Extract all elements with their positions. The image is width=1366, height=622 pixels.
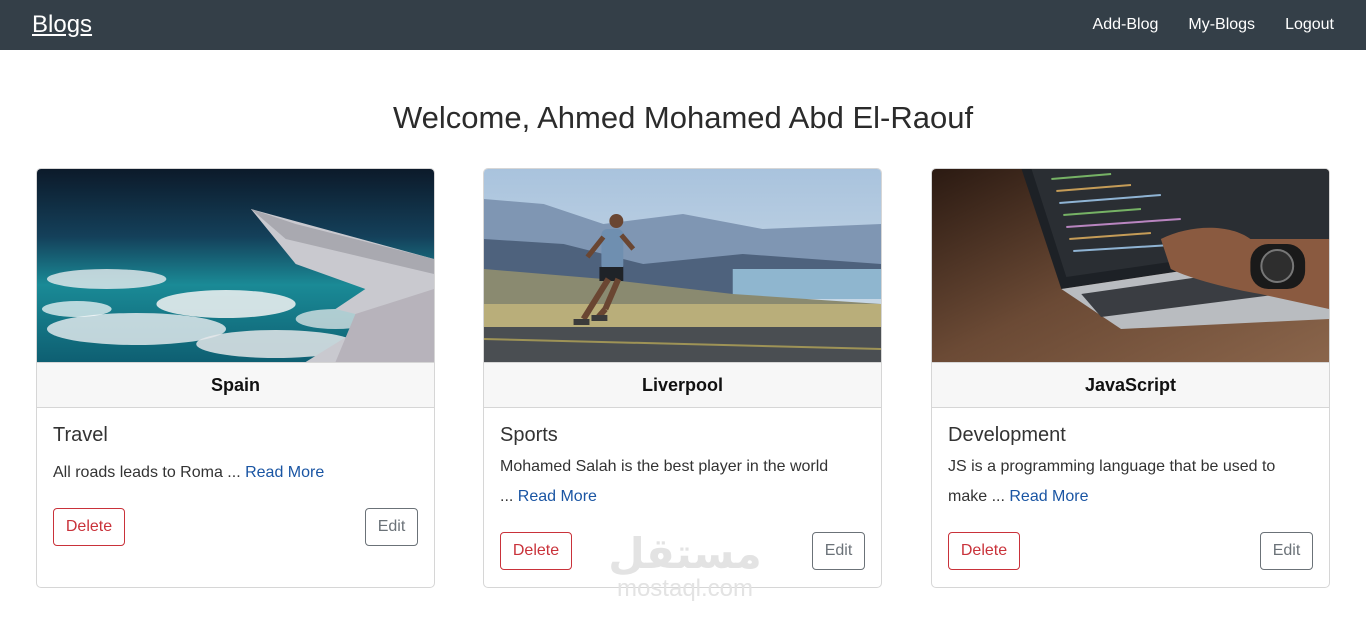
card-body: Travel All roads leads to Roma ... Read … xyxy=(37,408,434,587)
edit-button[interactable]: Edit xyxy=(1260,532,1313,570)
ellipsis: ... xyxy=(500,488,518,505)
card-excerpt: Mohamed Salah is the best player in the … xyxy=(500,458,829,475)
delete-button[interactable]: Delete xyxy=(948,532,1020,570)
delete-button[interactable]: Delete xyxy=(500,532,572,570)
blog-card: Liverpool Sports Mohamed Salah is the be… xyxy=(483,168,882,588)
ellipsis: ... xyxy=(987,488,1010,505)
read-more-link[interactable]: Read More xyxy=(1009,488,1088,505)
card-title: JavaScript xyxy=(932,362,1329,408)
card-text-block: JS is a programming language that be use… xyxy=(948,452,1313,512)
card-text-block: Mohamed Salah is the best player in the … xyxy=(500,452,865,512)
navbar: Blogs Add-Blog My-Blogs Logout xyxy=(0,0,1366,50)
watermark-arabic: مستقل xyxy=(608,529,762,578)
card-text-block: All roads leads to Roma ... Read More xyxy=(53,458,418,488)
watermark-logo: مستقل mostaql.com xyxy=(600,532,770,602)
blog-card: Spain Travel All roads leads to Roma ...… xyxy=(36,168,435,588)
read-more-link[interactable]: Read More xyxy=(245,464,324,481)
nav-links: Add-Blog My-Blogs Logout xyxy=(1093,16,1334,34)
card-category: Sports xyxy=(500,424,558,446)
card-body: Development JS is a programming language… xyxy=(932,408,1329,587)
card-image-runner xyxy=(484,169,881,362)
ellipsis: ... xyxy=(222,464,246,481)
blog-cards: Spain Travel All roads leads to Roma ...… xyxy=(36,168,1330,588)
edit-button[interactable]: Edit xyxy=(812,532,865,570)
nav-add-blog[interactable]: Add-Blog xyxy=(1093,16,1159,34)
nav-my-blogs[interactable]: My-Blogs xyxy=(1188,16,1255,34)
blog-card: JavaScript Development JS is a programmi… xyxy=(931,168,1330,588)
edit-button[interactable]: Edit xyxy=(365,508,418,546)
watermark-latin: mostaql.com xyxy=(616,575,754,602)
card-title: Spain xyxy=(37,362,434,408)
card-category: Development xyxy=(948,424,1066,446)
card-title: Liverpool xyxy=(484,362,881,408)
card-image-airplane xyxy=(37,169,434,362)
card-image-laptop xyxy=(932,169,1329,362)
read-more-link[interactable]: Read More xyxy=(518,488,597,505)
nav-logout[interactable]: Logout xyxy=(1285,16,1334,34)
card-excerpt: All roads leads to Roma xyxy=(53,464,223,481)
brand-link[interactable]: Blogs xyxy=(32,11,92,39)
page-title: Welcome, Ahmed Mohamed Abd El-Raouf xyxy=(392,100,974,135)
delete-button[interactable]: Delete xyxy=(53,508,125,546)
card-category: Travel xyxy=(53,424,108,446)
